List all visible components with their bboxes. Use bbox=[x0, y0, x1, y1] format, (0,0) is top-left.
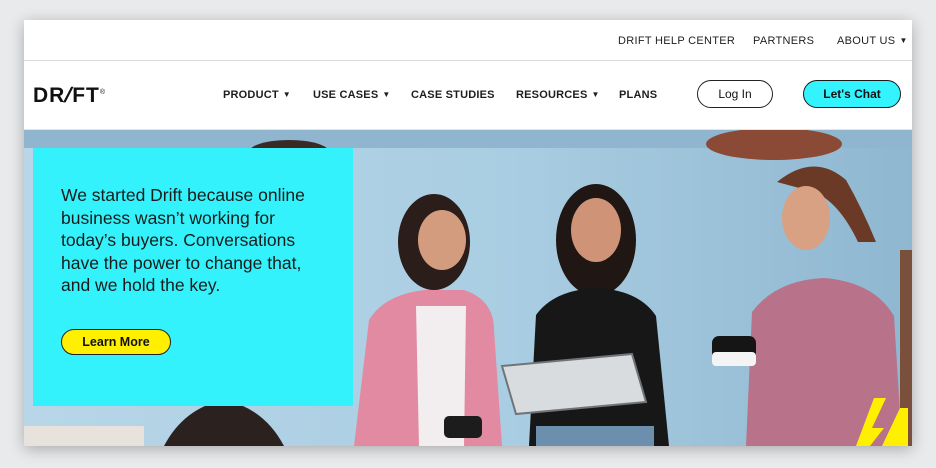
logo-text-right: FT bbox=[72, 84, 100, 107]
nav-plans[interactable]: PLANS bbox=[619, 89, 657, 101]
drift-logo[interactable]: DR/FT® bbox=[33, 84, 106, 108]
learn-more-button[interactable]: Learn More bbox=[61, 329, 171, 355]
nav-plans-label: PLANS bbox=[619, 89, 658, 101]
logo-registered-mark: ® bbox=[99, 89, 107, 96]
login-button[interactable]: Log In bbox=[697, 80, 773, 108]
chevron-down-icon: ▼ bbox=[382, 90, 391, 99]
nav-resources-label: RESOURCES bbox=[516, 89, 588, 101]
lightning-bolt-icon bbox=[856, 398, 908, 446]
chevron-down-icon: ▼ bbox=[899, 36, 908, 45]
partners-link[interactable]: PARTNERS bbox=[753, 35, 814, 47]
hero-section: We started Drift because online business… bbox=[24, 130, 912, 446]
nav-product[interactable]: PRODUCT ▼ bbox=[223, 89, 291, 101]
lets-chat-button[interactable]: Let's Chat bbox=[803, 80, 901, 108]
hero-panel: We started Drift because online business… bbox=[33, 148, 353, 406]
nav-case-studies-label: CASE STUDIES bbox=[411, 89, 495, 101]
nav-use-cases[interactable]: USE CASES ▼ bbox=[313, 89, 391, 101]
about-us-menu[interactable]: ABOUT US ▼ bbox=[837, 35, 908, 47]
nav-resources[interactable]: RESOURCES ▼ bbox=[516, 89, 600, 101]
utility-bar: DRIFT HELP CENTER PARTNERS ABOUT US ▼ bbox=[24, 20, 912, 61]
nav-product-label: PRODUCT bbox=[223, 89, 279, 101]
hero-headline: We started Drift because online business… bbox=[61, 185, 305, 295]
chevron-down-icon: ▼ bbox=[591, 90, 600, 99]
main-nav: DR/FT® PRODUCT ▼ USE CASES ▼ CASE STUDIES … bbox=[24, 61, 912, 130]
browser-page: DRIFT HELP CENTER PARTNERS ABOUT US ▼ DR/… bbox=[24, 20, 912, 446]
nav-use-cases-label: USE CASES bbox=[313, 89, 379, 101]
about-us-label: ABOUT US bbox=[837, 35, 896, 47]
help-center-link[interactable]: DRIFT HELP CENTER bbox=[618, 35, 735, 47]
nav-case-studies[interactable]: CASE STUDIES bbox=[411, 89, 495, 101]
chevron-down-icon: ▼ bbox=[282, 90, 291, 99]
logo-text-left: DR bbox=[33, 84, 66, 107]
